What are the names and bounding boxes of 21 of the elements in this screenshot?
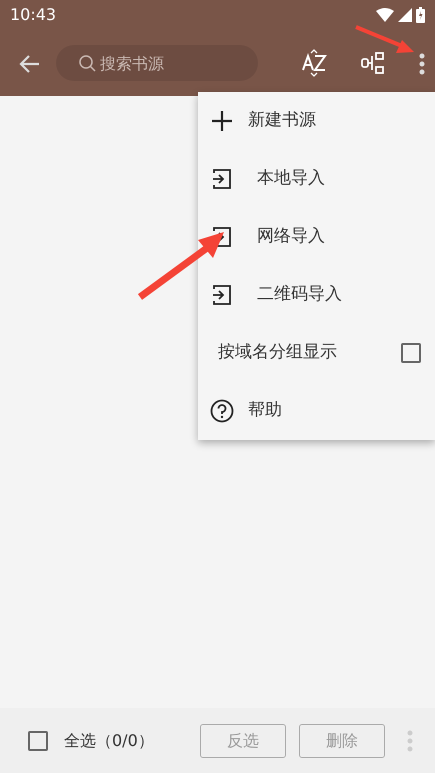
signal-icon xyxy=(398,8,412,22)
help-icon xyxy=(210,399,234,423)
battery-icon xyxy=(416,7,425,23)
group-icon[interactable] xyxy=(361,50,385,76)
more-icon[interactable] xyxy=(419,51,425,75)
import-icon xyxy=(212,285,232,305)
sort-icon[interactable] xyxy=(301,48,327,78)
annotation-arrow xyxy=(355,25,414,53)
wifi-icon xyxy=(376,8,394,22)
menu-item[interactable]: 帮助 xyxy=(198,382,435,440)
status-time: 10:43 xyxy=(10,4,56,26)
checkbox[interactable] xyxy=(401,343,421,363)
menu-item[interactable]: 新建书源 xyxy=(198,92,435,150)
menu-item[interactable]: 本地导入 xyxy=(198,150,435,208)
menu-item[interactable]: 按域名分组显示 xyxy=(198,324,435,382)
search-field[interactable]: 搜索书源 xyxy=(56,45,258,81)
select-all-label[interactable]: 全选（0/0） xyxy=(64,728,154,752)
plus-icon xyxy=(212,111,232,131)
select-all-checkbox[interactable] xyxy=(28,730,48,750)
import-icon xyxy=(212,169,232,189)
menu-item[interactable]: 二维码导入 xyxy=(198,266,435,324)
